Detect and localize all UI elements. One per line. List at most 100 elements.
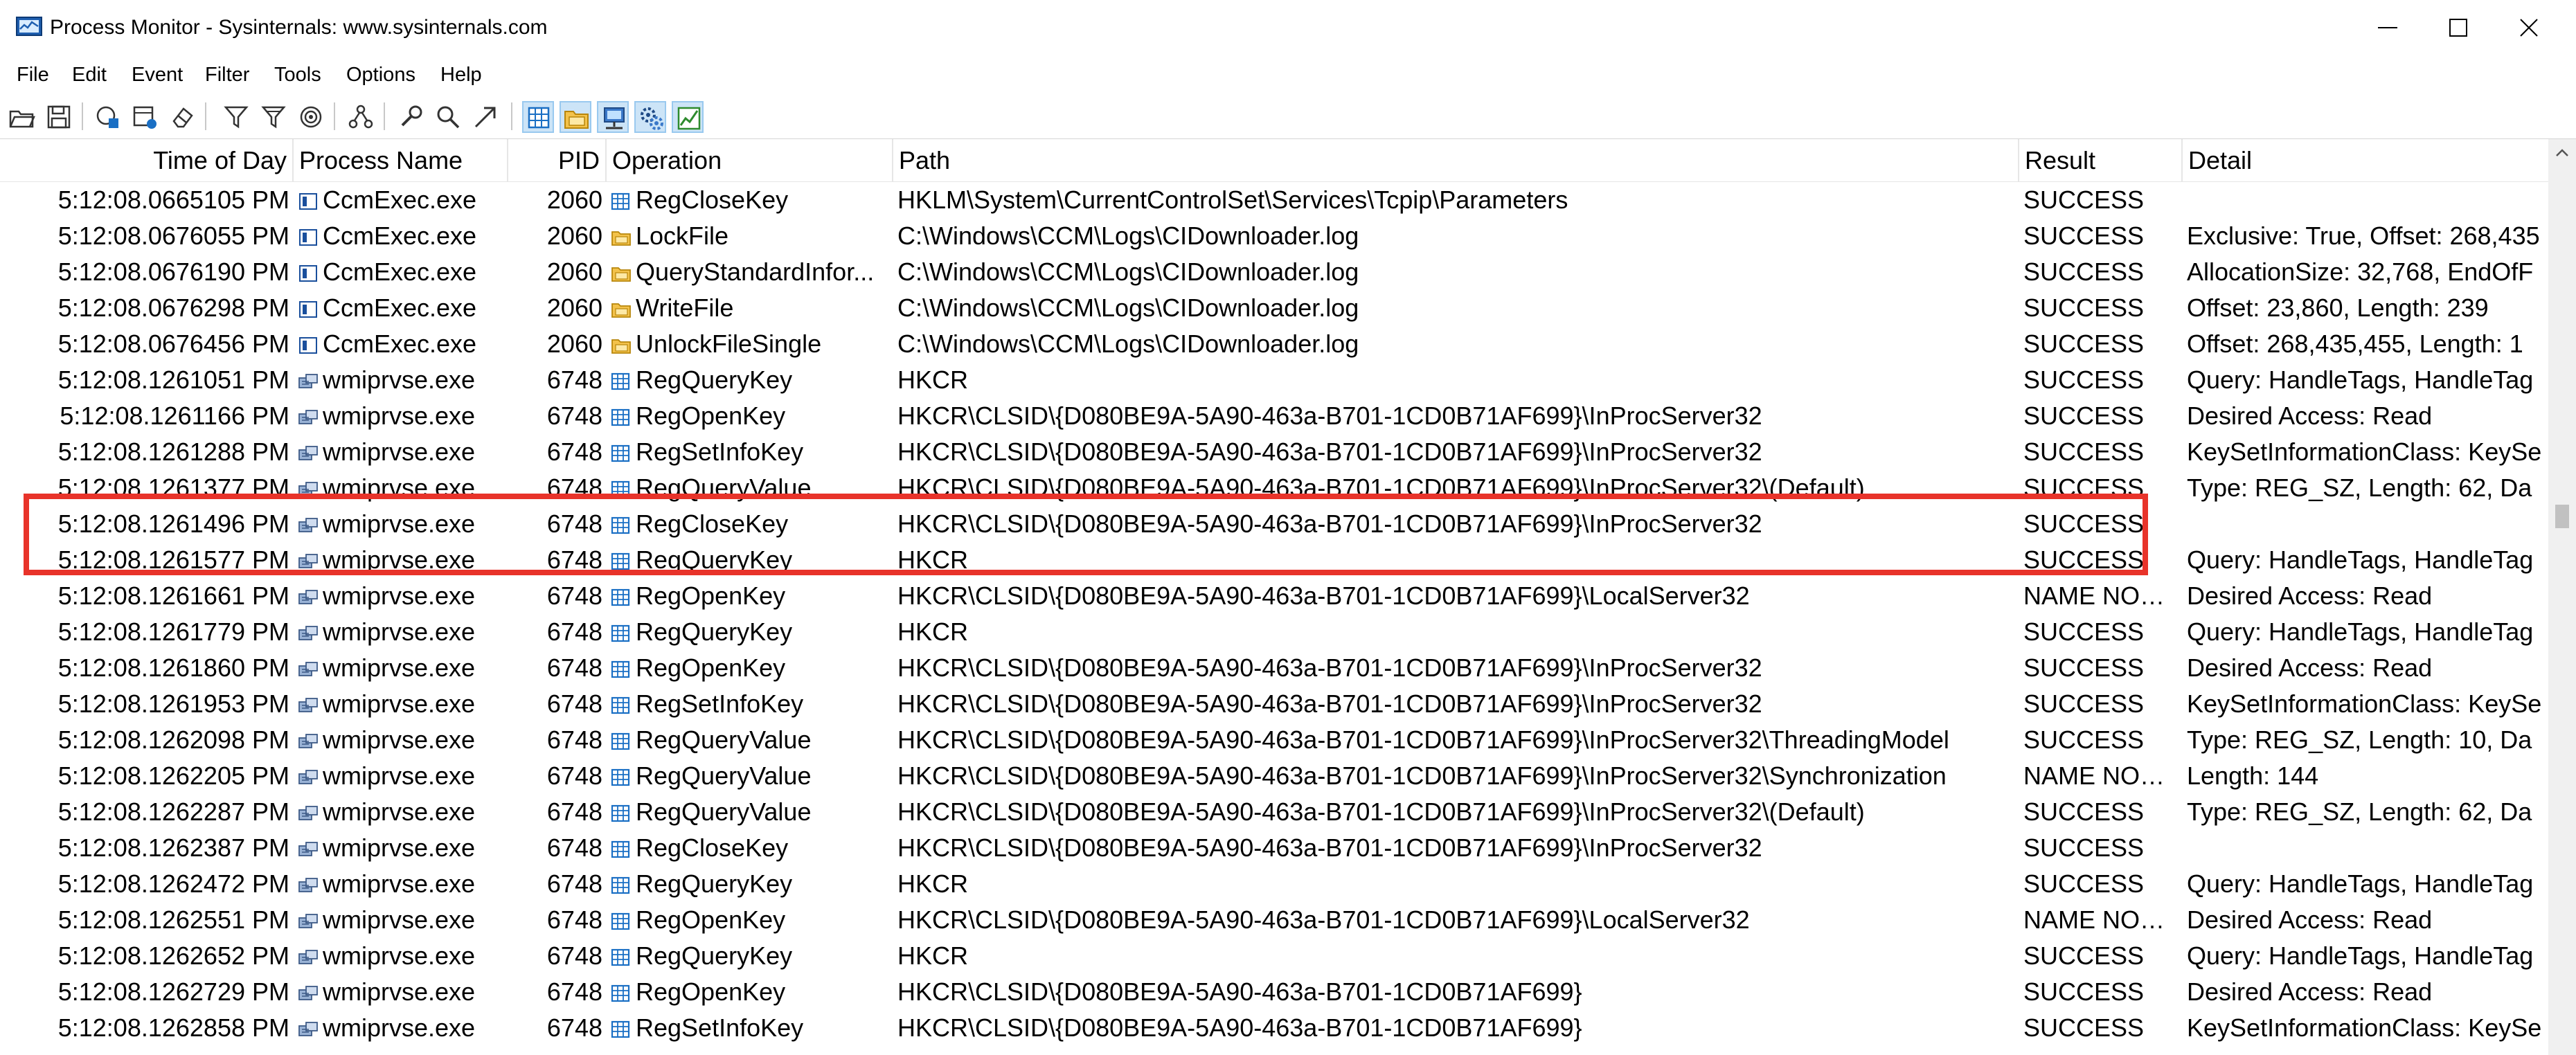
clear-button[interactable] (166, 101, 198, 133)
process-tree-button[interactable] (345, 101, 377, 133)
jump-button[interactable] (469, 101, 501, 133)
open-button[interactable] (6, 101, 37, 133)
include-process-icon (300, 106, 322, 128)
table-row[interactable]: 5:12:08.1261288 PM wmiprvse.exe 6748 RegSet… (0, 434, 2548, 470)
menu-tools[interactable]: Tools (274, 61, 321, 89)
column-header-pid[interactable]: PID (508, 139, 607, 182)
cell-path: HKCR\CLSID\{D080BE9A-5A90-463a-B701-1CD0… (893, 686, 2019, 722)
maximize-button[interactable] (2424, 0, 2493, 55)
scroll-up-icon[interactable] (2554, 145, 2570, 161)
show-profiling-button[interactable] (672, 101, 704, 133)
show-registry-button[interactable] (522, 101, 554, 133)
table-row[interactable]: 5:12:08.1261779 PM wmiprvse.exe 6748 RegQue… (0, 614, 2548, 650)
menu-edit[interactable]: Edit (72, 61, 107, 89)
scrollbar-thumb[interactable] (2555, 505, 2569, 528)
cell-result: NAME NOT ... (2019, 902, 2183, 938)
show-network-button[interactable] (597, 101, 629, 133)
column-header-path[interactable]: Path (893, 139, 2019, 182)
table-row[interactable]: 5:12:08.1261661 PM wmiprvse.exe 6748 RegOpe… (0, 578, 2548, 614)
filter-icon (224, 106, 249, 129)
table-row[interactable]: 5:12:08.1262205 PM wmiprvse.exe 6748 RegQue… (0, 758, 2548, 794)
table-row[interactable]: 5:12:08.1261860 PM wmiprvse.exe 6748 RegOpe… (0, 650, 2548, 686)
cell-detail: Offset: 23,860, Length: 239 (2183, 290, 2548, 326)
cell-pid: 6748 (508, 902, 607, 938)
table-row[interactable]: 5:12:08.1261953 PM wmiprvse.exe 6748 RegSet… (0, 686, 2548, 722)
cell-path: C:\Windows\CCM\Logs\CIDownloader.log (893, 290, 2019, 326)
close-button[interactable] (2494, 0, 2564, 55)
cell-pid: 6748 (508, 686, 607, 722)
minimize-button[interactable] (2353, 0, 2422, 55)
cell-result: SUCCESS (2019, 614, 2183, 650)
autoscroll-button[interactable] (129, 101, 161, 133)
capture-button[interactable] (91, 101, 123, 133)
cell-pid-text: 2060 (546, 330, 602, 358)
cell-process-name: CcmExec.exe (294, 218, 508, 254)
table-row[interactable]: 5:12:08.1262098 PM wmiprvse.exe 6748 RegQue… (0, 722, 2548, 758)
cell-detail: Desired Access: Read (2183, 650, 2548, 686)
cell-process-name-text: CcmExec.exe (323, 222, 477, 250)
table-row[interactable]: 5:12:08.1261496 PM wmiprvse.exe 6748 RegClo… (0, 506, 2548, 542)
title-bar[interactable]: Process Monitor - Sysinternals: www.sysi… (0, 0, 2576, 55)
include-process-button[interactable] (295, 101, 327, 133)
menu-filter[interactable]: Filter (205, 61, 249, 89)
table-row[interactable]: 5:12:08.0665105 PM CcmExec.exe 2060 RegClos… (0, 182, 2548, 218)
table-row[interactable]: 5:12:08.1261377 PM wmiprvse.exe 6748 RegQue… (0, 470, 2548, 506)
menu-file[interactable]: File (17, 61, 49, 89)
table-row[interactable]: 5:12:08.0676298 PM CcmExec.exe 2060 WriteFi… (0, 290, 2548, 326)
table-row[interactable]: 5:12:08.0676055 PM CcmExec.exe 2060 LockFil… (0, 218, 2548, 254)
table-row[interactable]: 5:12:08.1262472 PM wmiprvse.exe 6748 RegQue… (0, 866, 2548, 902)
cell-process-name-text: wmiprvse.exe (323, 510, 476, 538)
table-row[interactable]: 5:12:08.1261577 PM wmiprvse.exe 6748 RegQue… (0, 542, 2548, 578)
column-header-process-name[interactable]: Process Name (294, 139, 508, 182)
cell-operation: RegQueryValue (607, 722, 893, 758)
table-row[interactable]: 5:12:08.1262287 PM wmiprvse.exe 6748 RegQue… (0, 794, 2548, 830)
column-header-detail[interactable]: Detail (2183, 139, 2548, 182)
menu-options[interactable]: Options (346, 61, 415, 89)
filter-button[interactable] (220, 101, 252, 133)
cell-detail: AllocationSize: 32,768, EndOfF (2183, 254, 2548, 290)
cell-process-name-text: wmiprvse.exe (323, 653, 476, 682)
menu-event[interactable]: Event (132, 61, 183, 89)
cell-time: 5:12:08.1261779 PM (0, 614, 294, 650)
cell-pid: 6748 (508, 434, 607, 470)
table-row[interactable]: 5:12:08.1262858 PM wmiprvse.exe 6748 RegSet… (0, 1010, 2548, 1046)
registry-icon (611, 480, 630, 498)
cell-operation-text: RegSetInfoKey (636, 689, 804, 718)
cell-detail: Desired Access: Read (2183, 578, 2548, 614)
cell-pid: 6748 (508, 506, 607, 542)
capture-icon (96, 106, 118, 128)
table-row[interactable]: 5:12:08.0676456 PM CcmExec.exe 2060 UnlockF… (0, 326, 2548, 362)
cell-time: 5:12:08.1261051 PM (0, 362, 294, 398)
show-process-button[interactable] (634, 101, 666, 133)
table-row[interactable]: 5:12:08.0676190 PM CcmExec.exe 2060 QuerySt… (0, 254, 2548, 290)
table-row[interactable]: 5:12:08.1261051 PM wmiprvse.exe 6748 RegQue… (0, 362, 2548, 398)
cell-time-text: 5:12:08.1262652 PM (57, 941, 289, 970)
close-icon (2520, 19, 2538, 37)
vertical-scrollbar[interactable] (2548, 139, 2576, 1055)
cell-time-text: 5:12:08.1262858 PM (57, 1013, 289, 1042)
cell-detail-text: Query: HandleTags, HandleTag (2187, 869, 2534, 898)
cell-pid-text: 6748 (546, 474, 602, 502)
cell-time-text: 5:12:08.1261166 PM (60, 402, 289, 430)
find-button[interactable] (432, 101, 464, 133)
cell-path: HKCR\CLSID\{D080BE9A-5A90-463a-B701-1CD0… (893, 902, 2019, 938)
save-button[interactable] (43, 101, 75, 133)
table-row[interactable]: 5:12:08.1262652 PM wmiprvse.exe 6748 RegQue… (0, 938, 2548, 974)
table-row[interactable]: 5:12:08.1262387 PM wmiprvse.exe 6748 RegClo… (0, 830, 2548, 866)
table-row[interactable]: 5:12:08.1262551 PM wmiprvse.exe 6748 RegOpe… (0, 902, 2548, 938)
cell-process-name: wmiprvse.exe (294, 758, 508, 794)
properties-button[interactable] (395, 101, 427, 133)
table-row[interactable]: 5:12:08.1261166 PM wmiprvse.exe 6748 RegOpe… (0, 398, 2548, 434)
cell-process-name: wmiprvse.exe (294, 902, 508, 938)
show-filesystem-button[interactable] (560, 101, 591, 133)
column-header-result[interactable]: Result (2019, 139, 2183, 182)
menu-help[interactable]: Help (440, 61, 482, 89)
table-row[interactable]: 5:12:08.1262729 PM wmiprvse.exe 6748 RegOpe… (0, 974, 2548, 1010)
toolbar-separator (384, 102, 385, 130)
cell-pid: 6748 (508, 362, 607, 398)
cell-pid-text: 6748 (546, 581, 602, 610)
highlight-button[interactable] (258, 101, 289, 133)
column-header-time[interactable]: Time of Day (0, 139, 294, 182)
event-list[interactable]: Time of Day Process Name PID Operation P… (0, 138, 2576, 1055)
column-header-operation[interactable]: Operation (607, 139, 893, 182)
